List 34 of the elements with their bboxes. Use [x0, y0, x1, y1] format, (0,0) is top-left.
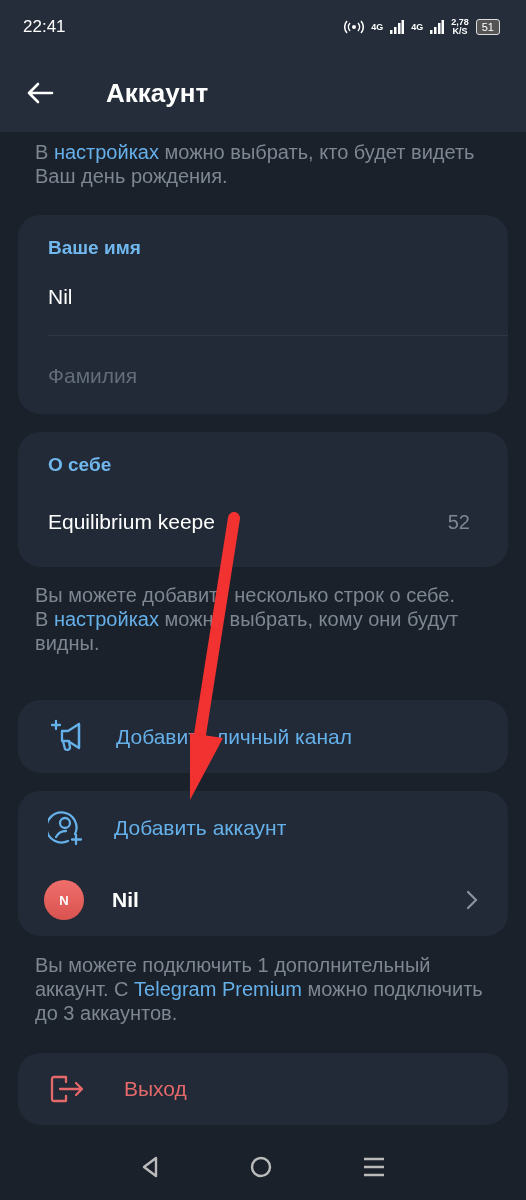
section-label: О себе — [47, 453, 113, 477]
home-nav-icon[interactable] — [250, 1156, 272, 1179]
network-speed: 2,78 — [451, 18, 469, 28]
hotspot-icon — [344, 20, 365, 35]
chevron-right-icon — [466, 890, 478, 911]
screen-title: Аккаунт — [106, 77, 209, 109]
avatar-initial: N — [44, 880, 84, 921]
bio-form-card[interactable]: О себе Equilibrium keepe 52 — [18, 432, 508, 567]
clock-time: 22:41 — [23, 17, 66, 38]
settings-link[interactable]: настройках — [53, 608, 159, 630]
hint-text: Вы можете подключить 1 дополнительный аккаунт. С Telegram Premium можно подключить до 3 аккаунтов. — [35, 953, 484, 1026]
logout-button[interactable]: Выход — [18, 1053, 508, 1125]
back-button[interactable] — [26, 81, 54, 106]
signal-icon — [390, 20, 405, 35]
character-counter: 52 — [447, 510, 470, 534]
account-item[interactable]: N Nil — [18, 865, 508, 937]
hint-text: видны. — [35, 631, 100, 655]
settings-link[interactable]: Telegram Premium — [134, 978, 302, 1001]
add-account-button[interactable]: Добавить аккаунт — [18, 791, 508, 866]
back-nav-icon[interactable] — [140, 1156, 159, 1179]
name-form-card[interactable]: Ваше имя Nil Фамилия — [18, 214, 508, 415]
hint-text: В настройках можно выбрать, кто будет видеть Ваш день рождения. — [35, 139, 476, 188]
user-plus-icon — [48, 810, 84, 847]
network-type: 4G — [371, 22, 384, 32]
hint-text: несколько строк о себе. — [234, 583, 456, 607]
speed-unit: K/S — [452, 27, 468, 37]
network-type: 4G — [411, 22, 424, 32]
logout-icon — [50, 1075, 84, 1104]
hint-text: выбрать, кому они будут — [229, 607, 459, 631]
menu-icon[interactable] — [363, 1157, 386, 1178]
battery-level: 51 — [475, 19, 500, 36]
signal-icon — [430, 20, 445, 35]
settings-link[interactable]: настройках — [53, 140, 159, 163]
section-label: Ваше имя — [47, 235, 142, 259]
